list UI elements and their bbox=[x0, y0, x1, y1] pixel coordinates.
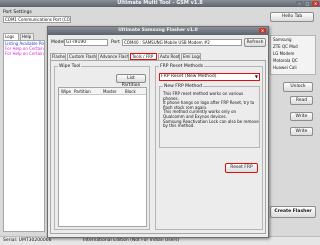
inner-title-bar: Ultimate Samsung Flasher v1.0 × bbox=[48, 27, 268, 35]
wipe-tool-group: Wipe Tool List Partition Wipe Partition … bbox=[54, 64, 150, 230]
frp-reset-group: FRP Reset Methods FRP Reset (New Method)… bbox=[155, 64, 263, 230]
outer-maximize-icon[interactable]: □ bbox=[304, 1, 311, 6]
tab-flasher[interactable]: Flasher bbox=[50, 53, 66, 60]
refresh-button[interactable]: Refresh bbox=[244, 38, 266, 47]
log-line: For Help on Certain... bbox=[5, 51, 45, 56]
tools-frp-panel: Wipe Tool List Partition Wipe Partition … bbox=[50, 60, 266, 234]
outer-right-tab[interactable]: Hello Tab bbox=[270, 12, 314, 22]
new-frp-method-label: New FRP Method bbox=[163, 84, 203, 89]
model-select[interactable]: GT-I9190 bbox=[64, 39, 108, 46]
right-item[interactable]: Huawei Cali bbox=[271, 64, 315, 71]
tab-emi-logs[interactable]: Emi Logs bbox=[181, 53, 201, 60]
frp-method-select[interactable]: FRP Reset (New Method) ▼ bbox=[159, 73, 260, 81]
tab-auto-root[interactable]: Auto Root bbox=[158, 53, 180, 60]
table-header-master[interactable]: Master bbox=[103, 88, 117, 95]
right-item[interactable]: LG Modem bbox=[271, 50, 315, 57]
port-label: Port bbox=[111, 40, 120, 45]
create-flasher-button[interactable]: Create Flasher bbox=[270, 206, 316, 218]
reset-frp-button[interactable]: Reset FRP bbox=[225, 163, 258, 173]
partition-table-header: Wipe Partition Master Block bbox=[59, 88, 146, 95]
frp-method-value: FRP Reset (New Method) bbox=[161, 74, 217, 79]
tab-tools-frp[interactable]: Tools / FRP bbox=[130, 53, 157, 60]
tab-custom-flasher[interactable]: Custom Flasher bbox=[67, 53, 97, 60]
new-frp-method-group: New FRP Method This FRP reset method wor… bbox=[159, 84, 260, 148]
table-header-partition[interactable]: Partition bbox=[74, 88, 91, 95]
frp-reset-label: FRP Reset Methods bbox=[159, 64, 205, 69]
status-serial: Serial: UMT30200066 bbox=[3, 238, 52, 243]
write-button[interactable]: Write bbox=[290, 112, 313, 121]
table-header-wipe[interactable]: Wipe bbox=[61, 88, 71, 95]
outer-title-bar: Ultimate Multi Tool - GSM v1.8 – □ × bbox=[0, 0, 320, 7]
samsung-flasher-window: Ultimate Samsung Flasher v1.0 × Model GT… bbox=[47, 26, 269, 238]
log-panel: Listing Available Port... For Help on Ce… bbox=[3, 40, 45, 232]
right-item[interactable]: Samsung bbox=[271, 36, 315, 43]
inner-tab-strip: Flasher Custom Flasher Advance Flasher T… bbox=[50, 53, 268, 60]
status-edition: International Edition (Not For Indian Us… bbox=[83, 238, 180, 243]
read-button[interactable]: Read bbox=[290, 96, 313, 105]
write-button-2[interactable]: Write bbox=[290, 127, 313, 136]
inner-window-title: Ultimate Samsung Flasher v1.0 bbox=[118, 28, 198, 33]
right-item[interactable]: ZTE QC Mod bbox=[271, 43, 315, 50]
outer-window-title: Ultimate Multi Tool - GSM v1.8 bbox=[117, 0, 203, 6]
model-label: Model bbox=[51, 40, 65, 45]
right-panel: Samsung ZTE QC Mod LG Modem Motorola QC … bbox=[270, 35, 316, 75]
outer-minimize-icon[interactable]: – bbox=[296, 1, 303, 6]
port-settings-label: Port Settings bbox=[3, 10, 32, 15]
chevron-down-icon: ▼ bbox=[254, 74, 258, 79]
outer-port-select[interactable]: COM1 Communications Port (COM1) bbox=[3, 16, 71, 23]
wipe-tool-label: Wipe Tool bbox=[58, 64, 82, 69]
partition-table: Wipe Partition Master Block bbox=[58, 87, 147, 227]
frp-description: This FRP reset method works on various p… bbox=[163, 91, 259, 129]
port-select[interactable]: COM40 : SAMSUNG Mobile USB Modem #2 bbox=[122, 39, 242, 46]
list-partition-button[interactable]: List Partition bbox=[116, 74, 146, 88]
inner-close-icon[interactable]: × bbox=[259, 28, 266, 33]
tab-logs[interactable]: Logs bbox=[3, 33, 19, 40]
tab-advance-flasher[interactable]: Advance Flasher bbox=[98, 53, 129, 60]
outer-close-icon[interactable]: × bbox=[312, 1, 319, 6]
right-item[interactable]: Motorola QC bbox=[271, 57, 315, 64]
unlock-button[interactable]: Unlock bbox=[283, 82, 313, 92]
tab-help[interactable]: Help bbox=[20, 33, 34, 40]
table-header-block[interactable]: Block bbox=[125, 88, 136, 95]
